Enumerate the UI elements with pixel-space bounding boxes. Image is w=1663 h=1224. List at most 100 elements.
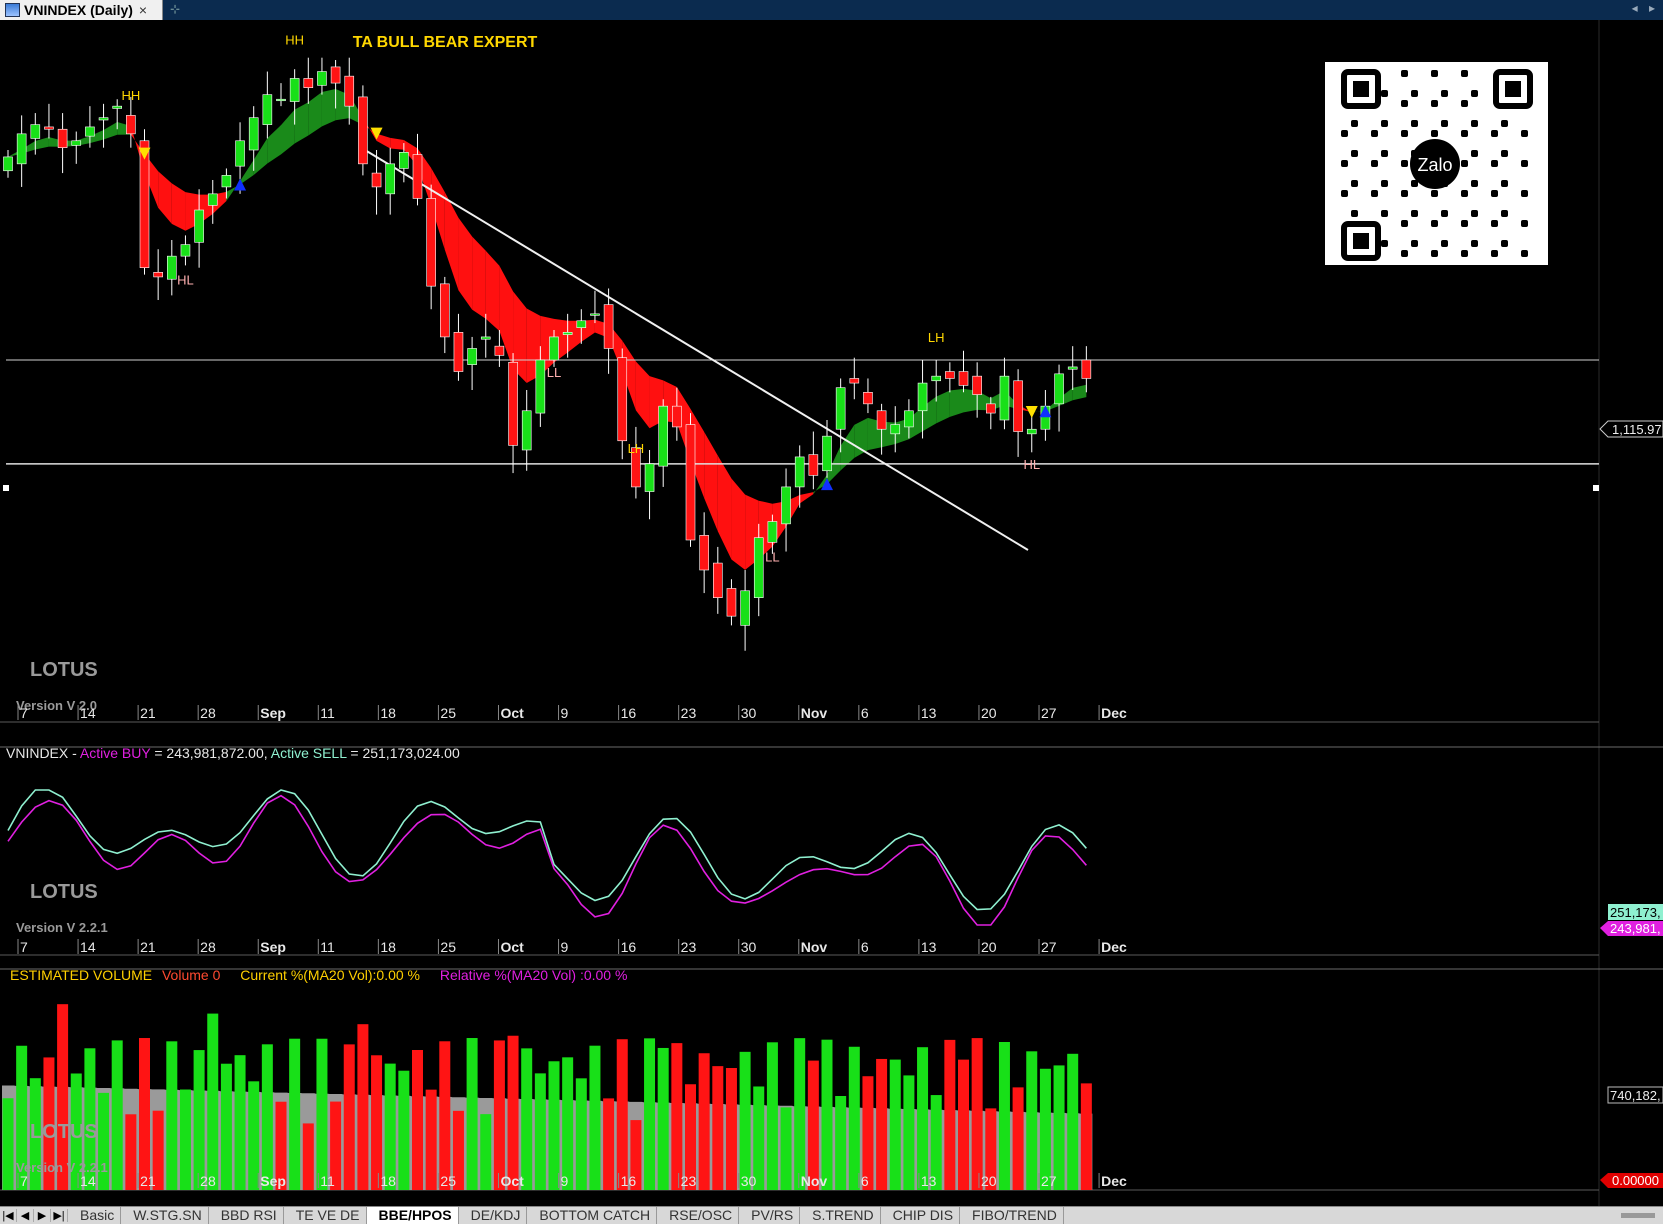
- first-sheet-button[interactable]: |◀: [0, 1209, 17, 1222]
- qr-module: [1351, 180, 1358, 187]
- tick-label: 18: [380, 939, 396, 955]
- tick-label: 11: [320, 1173, 335, 1189]
- volume-bar: [998, 1042, 1010, 1190]
- volume-bar: [821, 1039, 833, 1190]
- chart-canvas[interactable]: HH HH HL LH LL LL LH HL TA BULL BEAR EXPERT Zal…: [0, 20, 1663, 1206]
- candle-body: [835, 387, 846, 430]
- candle-body: [303, 78, 314, 88]
- qr-module: [1461, 160, 1468, 167]
- tick-label: 11: [320, 705, 335, 721]
- candle-body: [985, 403, 996, 414]
- volume-bar: [493, 1040, 505, 1190]
- chart-icon: [5, 3, 20, 17]
- sheet-tab-pvrs[interactable]: PV/RS: [739, 1207, 801, 1224]
- candle-body: [30, 124, 41, 139]
- tick-label: 20: [981, 939, 997, 955]
- volume-bar: [548, 1061, 560, 1190]
- tick-label: 28: [200, 939, 216, 955]
- tick-label: 13: [921, 939, 937, 955]
- volume-bar: [384, 1063, 396, 1190]
- candle-body: [71, 140, 82, 146]
- qr-module: [1431, 130, 1438, 137]
- candle-body: [781, 486, 791, 525]
- horizontal-scrollbar[interactable]: [1621, 1213, 1655, 1218]
- candle-body: [945, 371, 955, 379]
- qr-module: [1521, 130, 1528, 137]
- tick-label: 20: [981, 705, 997, 721]
- volume-bar: [412, 1050, 423, 1190]
- sheet-tab-teve[interactable]: TE VE DE: [284, 1207, 367, 1224]
- sheet-tab-chipdis[interactable]: CHIP DIS: [881, 1207, 961, 1224]
- ribbon-segment: [949, 388, 964, 417]
- svg-text:1,115.97: 1,115.97: [1612, 422, 1662, 437]
- volume-bar: [725, 1068, 737, 1190]
- candle-body: [344, 75, 355, 107]
- sheet-tab-rseosc[interactable]: RSE/OSC: [657, 1207, 740, 1224]
- tick-label: Oct: [500, 1173, 524, 1189]
- qr-module: [1411, 90, 1418, 97]
- chart-tab[interactable]: VNINDEX (Daily) ×: [0, 0, 163, 20]
- svg-text:251,173,: 251,173,: [1610, 905, 1661, 920]
- pattern-label: HH: [285, 32, 304, 47]
- volume-bar: [357, 1024, 369, 1190]
- volume-bar: [248, 1081, 260, 1190]
- candle-body: [426, 198, 436, 287]
- next-sheet-button[interactable]: ▶: [34, 1209, 51, 1222]
- candle-body: [699, 535, 709, 571]
- candle-body: [590, 313, 600, 316]
- close-tab-icon[interactable]: ×: [139, 2, 147, 18]
- candle-body: [890, 424, 901, 435]
- candle-body: [562, 332, 573, 335]
- candle-body: [549, 336, 559, 361]
- tick-label: Sep: [260, 939, 286, 955]
- volume-bar: [425, 1089, 437, 1190]
- tick-label: 6: [861, 705, 869, 721]
- tick-label: 14: [80, 939, 96, 955]
- qr-module: [1441, 90, 1448, 97]
- qr-module: [1521, 250, 1528, 257]
- volume-bar: [698, 1053, 710, 1190]
- volume-bar: [2, 1098, 14, 1190]
- svg-text:243,981,: 243,981,: [1610, 921, 1661, 936]
- sheet-tab-fibotrend[interactable]: FIBO/TREND: [960, 1207, 1064, 1224]
- qr-module: [1461, 190, 1468, 197]
- pattern-label: LL: [765, 550, 779, 565]
- tick-label: 27: [1041, 705, 1057, 721]
- sheet-tab-strend[interactable]: S.TREND: [800, 1207, 881, 1224]
- qr-module: [1401, 190, 1408, 197]
- tick-label: 30: [741, 1173, 757, 1189]
- sheet-tab-bbdrsi[interactable]: BBD RSI: [209, 1207, 284, 1224]
- candle-body: [126, 115, 136, 135]
- candle-body: [439, 283, 450, 338]
- tick-label: Dec: [1101, 939, 1127, 955]
- qr-module: [1501, 150, 1508, 157]
- pin-icon[interactable]: ⊹: [170, 2, 180, 16]
- qr-module: [1431, 70, 1438, 77]
- scroll-arrows-icon[interactable]: ◂ ▸: [1632, 1, 1659, 15]
- qr-module: [1431, 250, 1438, 257]
- tick-label: 28: [200, 705, 216, 721]
- prev-sheet-button[interactable]: ◀: [17, 1209, 34, 1222]
- qr-module: [1401, 100, 1408, 107]
- qr-module: [1501, 210, 1508, 217]
- qr-module: [1401, 250, 1408, 257]
- volume-bar: [903, 1075, 915, 1190]
- sheet-tab-dekdj[interactable]: DE/KDJ: [459, 1207, 528, 1224]
- candle-body: [576, 320, 587, 328]
- sheet-tab-basic[interactable]: Basic: [68, 1207, 122, 1224]
- last-sheet-button[interactable]: ▶|: [51, 1209, 68, 1222]
- qr-code[interactable]: Zalo: [1325, 62, 1548, 265]
- qr-module: [1441, 120, 1448, 127]
- sheet-tab-bottomcatch[interactable]: BOTTOM CATCH: [527, 1207, 658, 1224]
- volume-bar: [139, 1038, 150, 1190]
- qr-module: [1351, 150, 1358, 157]
- sell-axis-tag: 251,173,: [1608, 904, 1663, 920]
- volume-bar: [521, 1048, 533, 1190]
- last-price-tag: 1,115.97: [1599, 420, 1663, 438]
- qr-module: [1471, 150, 1478, 157]
- qr-module: [1501, 180, 1508, 187]
- candle-body: [1054, 373, 1064, 405]
- ribbon-segment: [321, 89, 336, 127]
- sheet-tab-wstgsn[interactable]: W.STG.SN: [121, 1207, 209, 1224]
- sheet-tab-bbehpos[interactable]: BBE/HPOS: [366, 1207, 459, 1224]
